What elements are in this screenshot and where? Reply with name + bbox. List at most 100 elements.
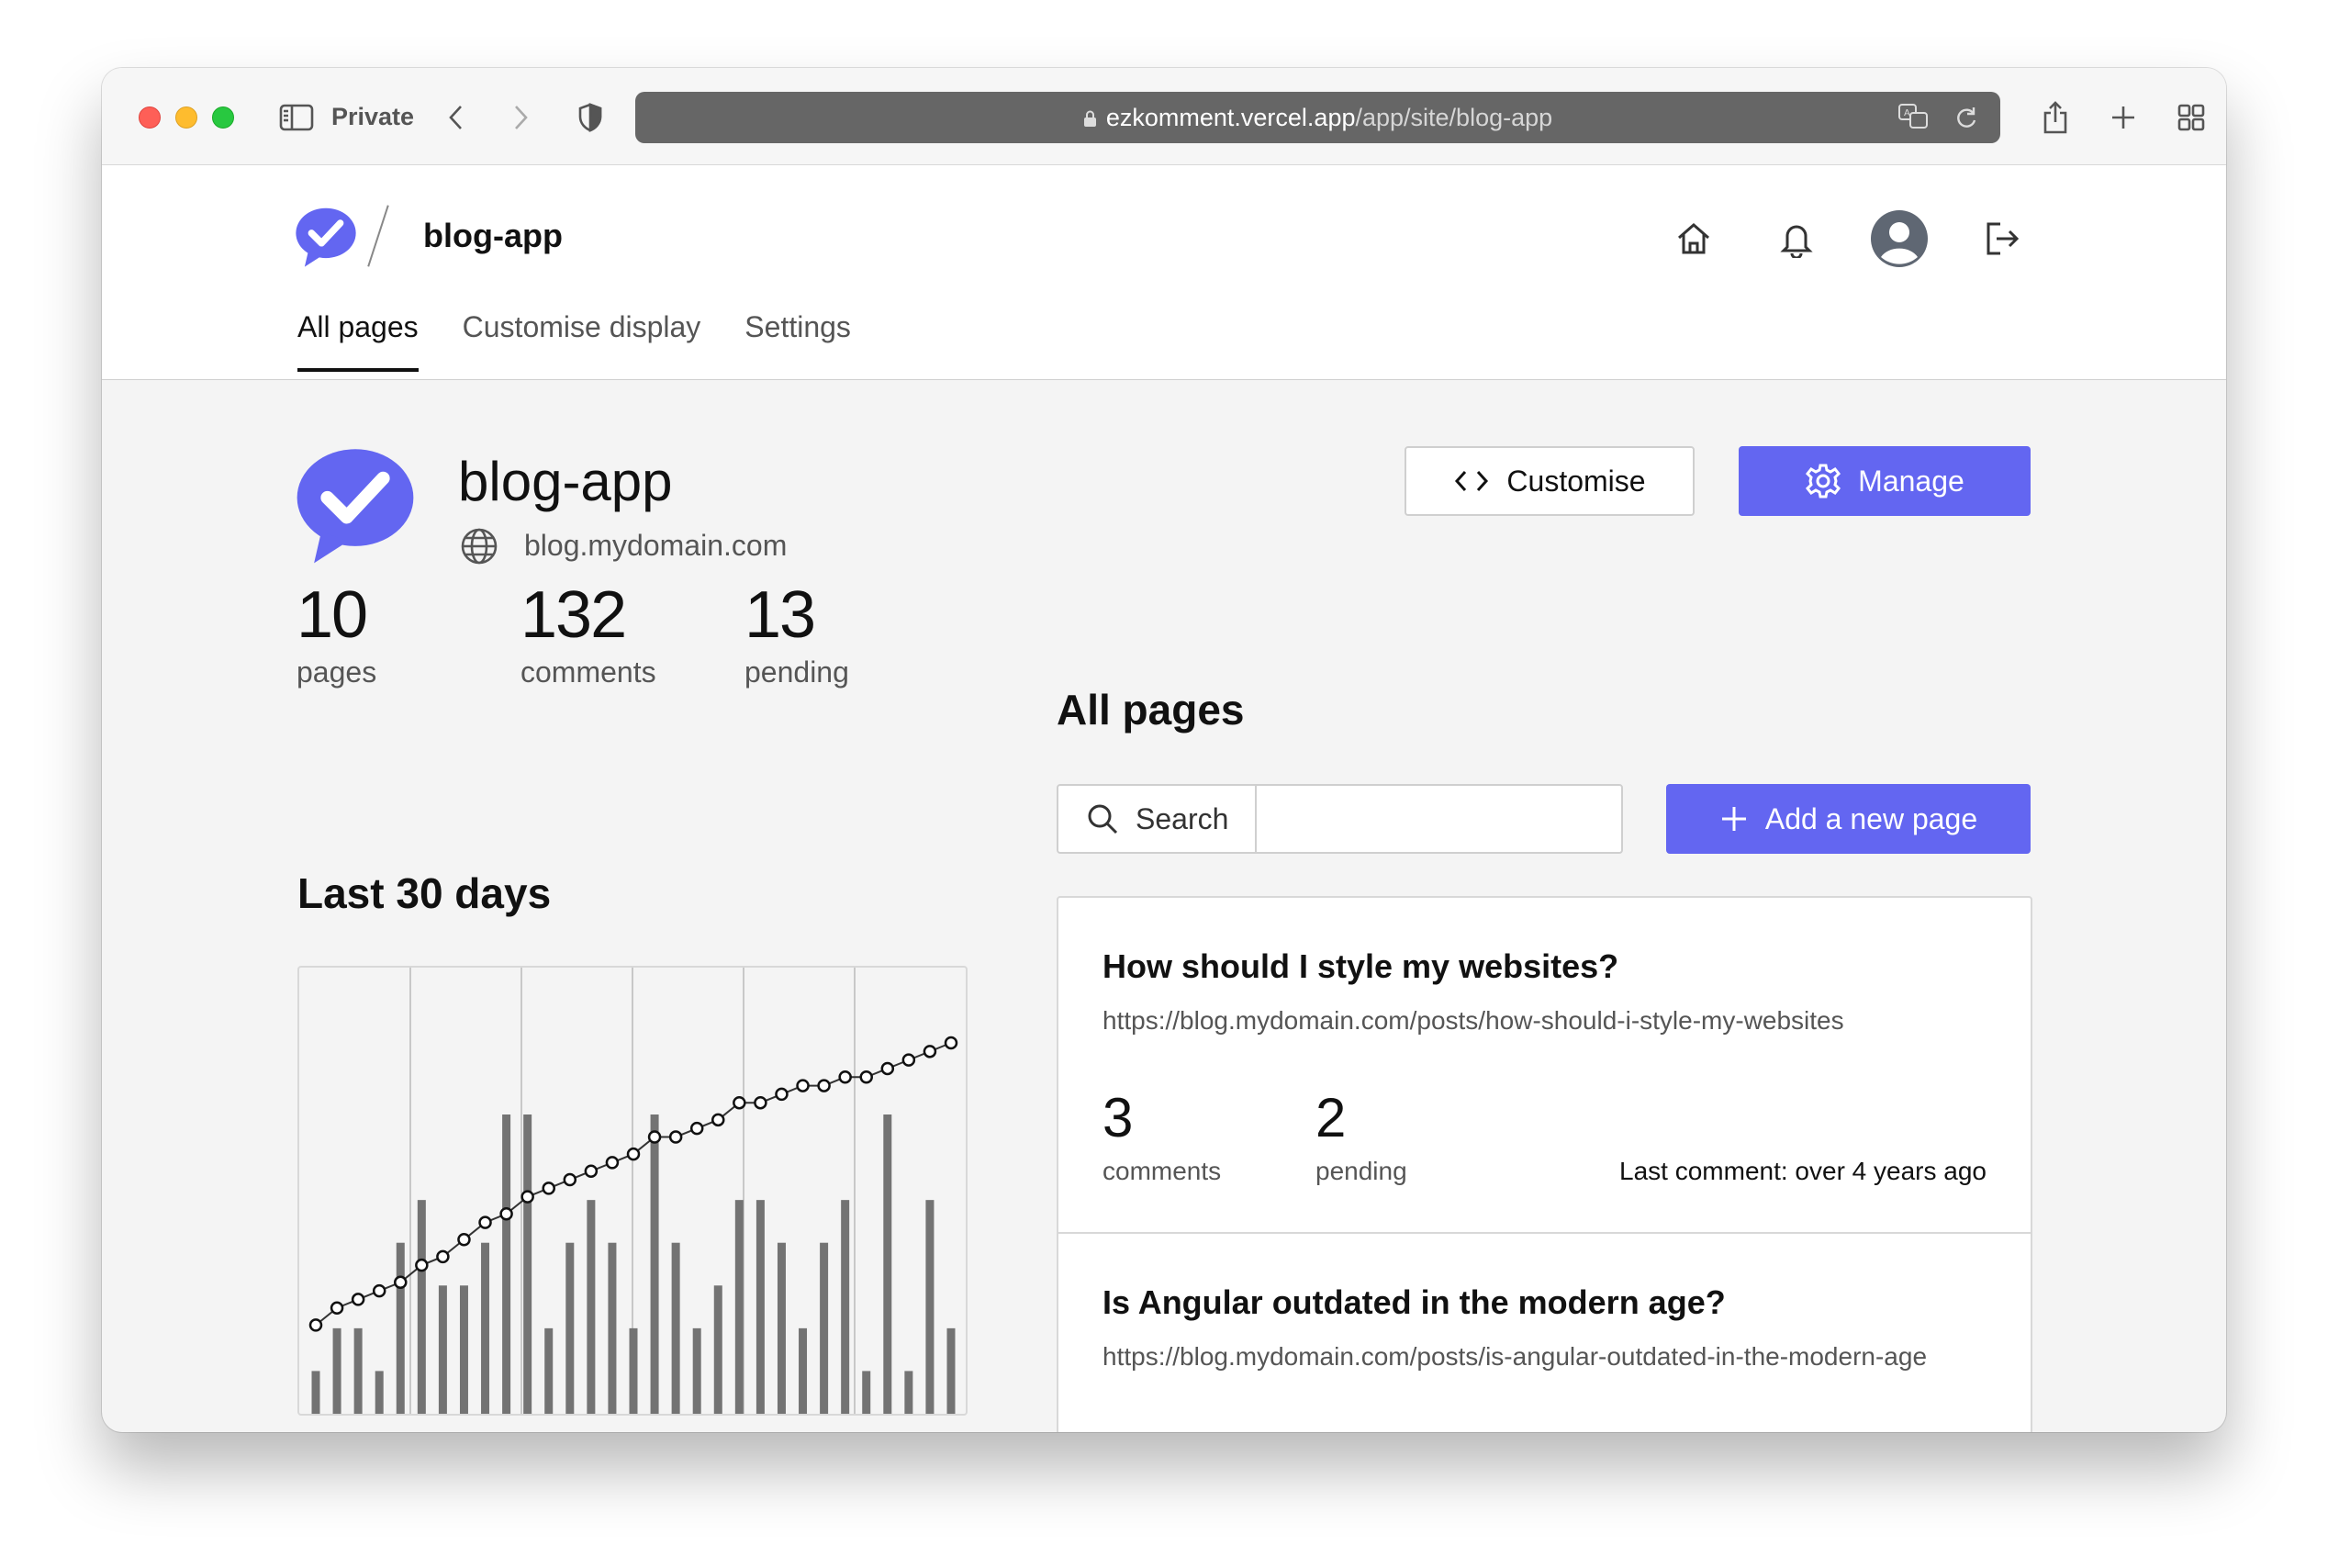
chart-bar: [799, 1327, 808, 1414]
app-logo-icon[interactable]: [295, 206, 357, 273]
chart-bar: [841, 1200, 850, 1414]
chart-point: [372, 1283, 386, 1298]
page-comments-label: comments: [1102, 1157, 1222, 1185]
chart-point: [330, 1301, 344, 1315]
address-bar[interactable]: ezkomment.vercel.app/app/site/blog-app A: [635, 92, 2000, 143]
page-last-comment: Last comment: over 4 years ago: [1619, 1157, 1987, 1185]
site-tabs: All pages Customise display Settings: [297, 310, 895, 372]
chart-point: [668, 1130, 683, 1144]
browser-toolbar: Private ezkomment.vercel.app/app/site/bl…: [102, 68, 2226, 165]
page-comments-stat: 3 comments: [1102, 1091, 1221, 1186]
home-icon[interactable]: [1664, 209, 1723, 268]
page-pending-value: 2: [1315, 1087, 1347, 1148]
bell-icon[interactable]: [1767, 209, 1826, 268]
chart-bar: [459, 1285, 468, 1414]
tabs-grid-icon[interactable]: [2173, 99, 2210, 136]
page-title[interactable]: How should I style my websites?: [1102, 947, 1618, 986]
page-card[interactable]: How should I style my websites? https://…: [1058, 898, 2031, 1232]
chart-bar: [396, 1242, 405, 1414]
search-label: Search: [1058, 786, 1257, 852]
chart-point: [605, 1156, 620, 1170]
chart-bar: [755, 1200, 765, 1414]
tab-all-pages[interactable]: All pages: [297, 310, 419, 372]
chart-point: [796, 1079, 810, 1092]
chart-point: [394, 1275, 408, 1290]
stat-pending: 13 pending: [744, 582, 849, 689]
code-icon: [1455, 470, 1489, 492]
chart-point: [689, 1121, 704, 1136]
chevron-left-icon[interactable]: [438, 99, 475, 136]
search-input[interactable]: [1259, 786, 1621, 852]
page-card[interactable]: Is Angular outdated in the modern age? h…: [1058, 1234, 2031, 1432]
tab-settings[interactable]: Settings: [744, 310, 851, 372]
customise-label: Customise: [1506, 464, 1646, 498]
share-icon[interactable]: [2037, 99, 2074, 136]
translate-icon[interactable]: A: [1897, 103, 1929, 135]
chart-point: [436, 1249, 450, 1264]
chart-bar: [946, 1327, 956, 1414]
chart-point: [542, 1182, 555, 1195]
shield-icon[interactable]: [572, 99, 609, 136]
app-header: blog-app All pages Customise display Set…: [102, 165, 2226, 380]
chart-point: [584, 1164, 599, 1178]
chart-bar: [671, 1242, 680, 1414]
plus-icon[interactable]: [2105, 99, 2142, 136]
chart-bar: [820, 1242, 829, 1414]
chart-point: [647, 1130, 662, 1144]
gear-icon: [1806, 464, 1841, 498]
search-icon: [1088, 804, 1118, 834]
chart-point: [733, 1095, 746, 1110]
reload-icon[interactable]: [1954, 105, 1978, 135]
chevron-right-icon[interactable]: [502, 99, 539, 136]
site-domain[interactable]: blog.mydomain.com: [524, 529, 787, 563]
chart-point: [478, 1215, 492, 1229]
chart-bar: [925, 1200, 935, 1414]
close-window-button[interactable]: [139, 106, 161, 129]
pages-list: How should I style my websites? https://…: [1057, 896, 2032, 1432]
stat-comments: 132 comments: [520, 582, 656, 689]
breadcrumb-site-name[interactable]: blog-app: [423, 217, 563, 255]
chart-bar: [417, 1200, 426, 1414]
chart-point: [859, 1070, 873, 1084]
manage-label: Manage: [1858, 464, 1964, 498]
search-field[interactable]: Search: [1057, 784, 1623, 854]
logout-icon[interactable]: [1973, 209, 2031, 268]
plus-icon: [1721, 807, 1746, 831]
chart-bar: [375, 1371, 384, 1414]
main-content: blog-app blog.mydomain.com Customise Man…: [102, 380, 2226, 1432]
stat-pages-value: 10: [297, 578, 368, 652]
manage-button[interactable]: Manage: [1739, 446, 2031, 516]
chart-bar: [438, 1285, 447, 1414]
chart-bar: [862, 1371, 871, 1414]
chart-point: [838, 1070, 852, 1084]
stat-comments-value: 132: [520, 578, 627, 652]
add-new-page-label: Add a new page: [1764, 801, 1978, 835]
chart-point: [817, 1079, 831, 1092]
chart-point: [626, 1147, 641, 1161]
site-title: blog-app: [458, 451, 673, 512]
chart-bar: [629, 1327, 638, 1414]
chart-point: [415, 1258, 429, 1272]
chart-point: [901, 1053, 916, 1067]
activity-chart: [297, 966, 968, 1416]
chart-bar: [608, 1242, 617, 1414]
chart-bar: [502, 1114, 511, 1414]
minimize-window-button[interactable]: [175, 106, 197, 129]
page-title[interactable]: Is Angular outdated in the modern age?: [1102, 1283, 1726, 1322]
search-label-text: Search: [1136, 801, 1229, 835]
browser-window: Private ezkomment.vercel.app/app/site/bl…: [102, 68, 2226, 1432]
add-new-page-button[interactable]: Add a new page: [1666, 784, 2031, 854]
customise-button[interactable]: Customise: [1405, 446, 1695, 516]
zoom-window-button[interactable]: [212, 106, 234, 129]
stat-pending-label: pending: [744, 655, 849, 689]
sidebar-icon[interactable]: [278, 99, 315, 136]
tab-customise-display[interactable]: Customise display: [463, 310, 701, 372]
chart-point: [880, 1061, 895, 1076]
lock-icon: [1083, 110, 1096, 127]
chart-point: [457, 1232, 471, 1247]
chart-point: [944, 1036, 958, 1050]
chart-bar: [353, 1327, 363, 1414]
stat-pages-label: pages: [297, 655, 377, 689]
chart-bar: [883, 1114, 892, 1414]
avatar[interactable]: [1870, 209, 1929, 268]
